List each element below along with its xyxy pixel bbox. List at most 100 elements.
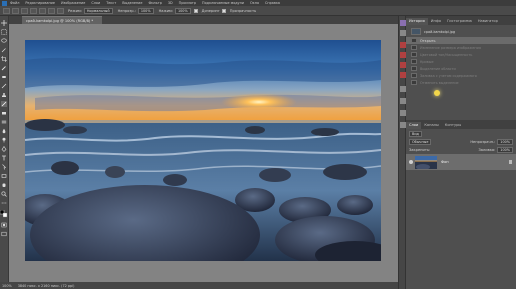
tab-history[interactable]: История — [406, 18, 428, 25]
home-button[interactable] — [3, 7, 10, 14]
move-tool-icon[interactable] — [1, 20, 7, 26]
history-item-label: Открыть — [420, 38, 436, 43]
document-tab[interactable]: срай-kamkolpi.jpg @ 100% (RGB/8) * — [22, 16, 102, 24]
tab-histogram[interactable]: Гистограмма — [444, 18, 475, 25]
history-item-icon — [411, 52, 417, 57]
pen-tool-icon[interactable] — [1, 146, 7, 152]
zoom-level[interactable]: 100% — [2, 284, 12, 288]
menu-image[interactable]: Изображение — [61, 1, 85, 5]
history-item-icon — [411, 73, 417, 78]
history-item[interactable]: Выделение области — [406, 65, 516, 72]
tab-channels[interactable]: Каналы — [421, 122, 441, 129]
mode-subtract-button[interactable] — [48, 7, 55, 14]
history-item[interactable]: Отменить выделение — [406, 79, 516, 86]
screen-mode-icon[interactable] — [1, 231, 7, 237]
document-image[interactable] — [25, 40, 381, 261]
more-tools-icon[interactable] — [1, 200, 7, 206]
dither-checkbox[interactable] — [193, 8, 198, 13]
menu-edit[interactable]: Редактирование — [25, 1, 55, 5]
eyedropper-tool-icon[interactable] — [1, 65, 7, 71]
history-item-icon — [411, 59, 417, 64]
layers-blend-row: Обычные Непрозрачн.: 100% — [406, 138, 516, 145]
mode-new-button[interactable] — [30, 7, 37, 14]
blend-mode-select[interactable]: Обычные — [409, 138, 432, 145]
history-brush-tool-icon[interactable] — [1, 101, 7, 107]
tool-preset-button[interactable] — [12, 7, 19, 14]
layer-thumbnail — [415, 155, 437, 169]
opacity-select[interactable]: 100% — [137, 7, 154, 14]
opacity-label: Непрозр.: — [117, 8, 136, 13]
marquee-tool-icon[interactable] — [1, 29, 7, 35]
menu-text[interactable]: Текст — [106, 1, 116, 5]
history-snapshot[interactable]: срай-kamkolpi.jpg — [406, 27, 516, 36]
lock-label: Закрепить: — [409, 147, 431, 152]
layer-opacity-field[interactable]: 100% — [497, 138, 513, 145]
tab-paths[interactable]: Контуры — [442, 122, 464, 129]
mode-add-button[interactable] — [39, 7, 46, 14]
type-tool-icon[interactable] — [1, 155, 7, 161]
canvas-area[interactable] — [9, 24, 398, 289]
lock-icon — [509, 160, 512, 164]
tab-layers[interactable]: Слои — [406, 122, 422, 129]
history-item-label: Цветовой тон/Насыщенность — [420, 52, 473, 57]
quick-mask-icon[interactable] — [1, 222, 7, 228]
brush-preset-button[interactable] — [21, 7, 28, 14]
layer-row[interactable]: Фон — [406, 154, 516, 170]
history-panel-tabs: История Инфо Гистограмма Навигатор — [406, 16, 516, 25]
clone-stamp-tool-icon[interactable] — [1, 92, 7, 98]
history-item[interactable]: Изменение размера изображения — [406, 44, 516, 51]
healing-brush-tool-icon[interactable] — [1, 74, 7, 80]
zoom-tool-icon[interactable] — [1, 191, 7, 197]
history-item-label: Отменить выделение — [420, 80, 459, 85]
rectangle-tool-icon[interactable] — [1, 173, 7, 179]
eraser-tool-icon[interactable] — [1, 110, 7, 116]
document-info: 3840 пикс. х 2160 пикс. (72 ppi) — [17, 283, 75, 288]
mouse-cursor-highlight — [434, 90, 440, 96]
layers-filter-row: Вид — [406, 130, 516, 137]
history-item-icon — [411, 66, 417, 71]
crop-tool-icon[interactable] — [1, 56, 7, 62]
fill-field[interactable]: 100% — [497, 146, 513, 153]
history-item[interactable]: Цветовой тон/Насыщенность — [406, 51, 516, 58]
transparency-checkbox[interactable] — [221, 8, 226, 13]
layer-kind-select[interactable]: Вид — [409, 130, 422, 137]
history-item-icon — [411, 80, 417, 85]
menu-select[interactable]: Выделение — [122, 1, 142, 5]
visibility-eye-icon[interactable] — [409, 160, 413, 164]
brush-tool-icon[interactable] — [1, 83, 7, 89]
history-item-icon — [411, 45, 417, 50]
flow-label: Нажим: — [158, 8, 173, 13]
history-item-label: Заливка с учетом содержимого — [420, 73, 477, 78]
magic-wand-tool-icon[interactable] — [1, 47, 7, 53]
hand-tool-icon[interactable] — [1, 182, 7, 188]
history-item-label: Выделение области — [420, 66, 456, 71]
history-item[interactable]: Открыть — [406, 37, 516, 44]
menu-view[interactable]: Просмотр — [179, 1, 196, 5]
lasso-tool-icon[interactable] — [1, 38, 7, 44]
tab-navigator[interactable]: Навигатор — [475, 18, 501, 25]
blur-tool-icon[interactable] — [1, 128, 7, 134]
layers-lock-row: Закрепить: Заливка: 100% — [406, 146, 516, 153]
mode-select[interactable]: Нормальный — [83, 7, 113, 14]
menu-3d[interactable]: 3D — [168, 1, 173, 5]
menu-window[interactable]: Окно — [250, 1, 259, 5]
tab-info[interactable]: Инфо — [428, 18, 444, 25]
menu-plugins[interactable]: Подключаемые модули — [202, 1, 244, 5]
panel-dock: История Инфо Гистограмма Навигатор срай-… — [406, 16, 516, 289]
history-item[interactable]: Заливка с учетом содержимого — [406, 72, 516, 79]
menu-filter[interactable]: Фильтр — [148, 1, 161, 5]
dodge-tool-icon[interactable] — [1, 137, 7, 143]
menu-file[interactable]: Файл — [10, 1, 19, 5]
history-item-icon — [411, 38, 417, 43]
menu-layers[interactable]: Слои — [91, 1, 100, 5]
path-selection-tool-icon[interactable] — [1, 164, 7, 170]
snapshot-thumbnail — [411, 28, 421, 35]
history-item-label: Изменение размера изображения — [420, 45, 481, 50]
menu-help[interactable]: Справка — [265, 1, 280, 5]
flow-select[interactable]: 100% — [174, 7, 191, 14]
mode-intersect-button[interactable] — [57, 7, 64, 14]
gradient-tool-icon[interactable] — [1, 119, 7, 125]
options-bar: Режим: Нормальный Непрозр.: 100% Нажим: … — [0, 6, 516, 16]
collapsed-panels-strip — [398, 16, 406, 289]
history-item[interactable]: Кривые — [406, 58, 516, 65]
